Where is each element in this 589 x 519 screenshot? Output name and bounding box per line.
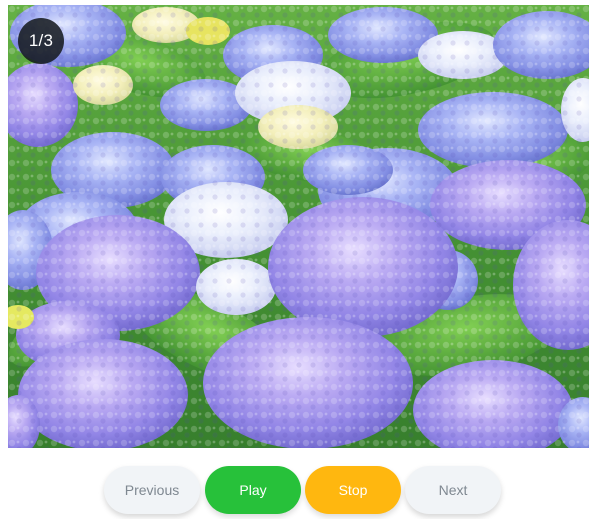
slideshow-app: 1/3 Previous Play Stop Next [0,0,589,519]
slide-counter-badge: 1/3 [18,18,64,64]
next-button[interactable]: Next [405,466,501,514]
previous-button[interactable]: Previous [104,466,200,514]
slideshow-frame: 1/3 [8,5,589,448]
slide-image [8,5,589,448]
slideshow-controls: Previous Play Stop Next [0,462,589,519]
play-button[interactable]: Play [205,466,301,514]
stop-button[interactable]: Stop [305,466,401,514]
